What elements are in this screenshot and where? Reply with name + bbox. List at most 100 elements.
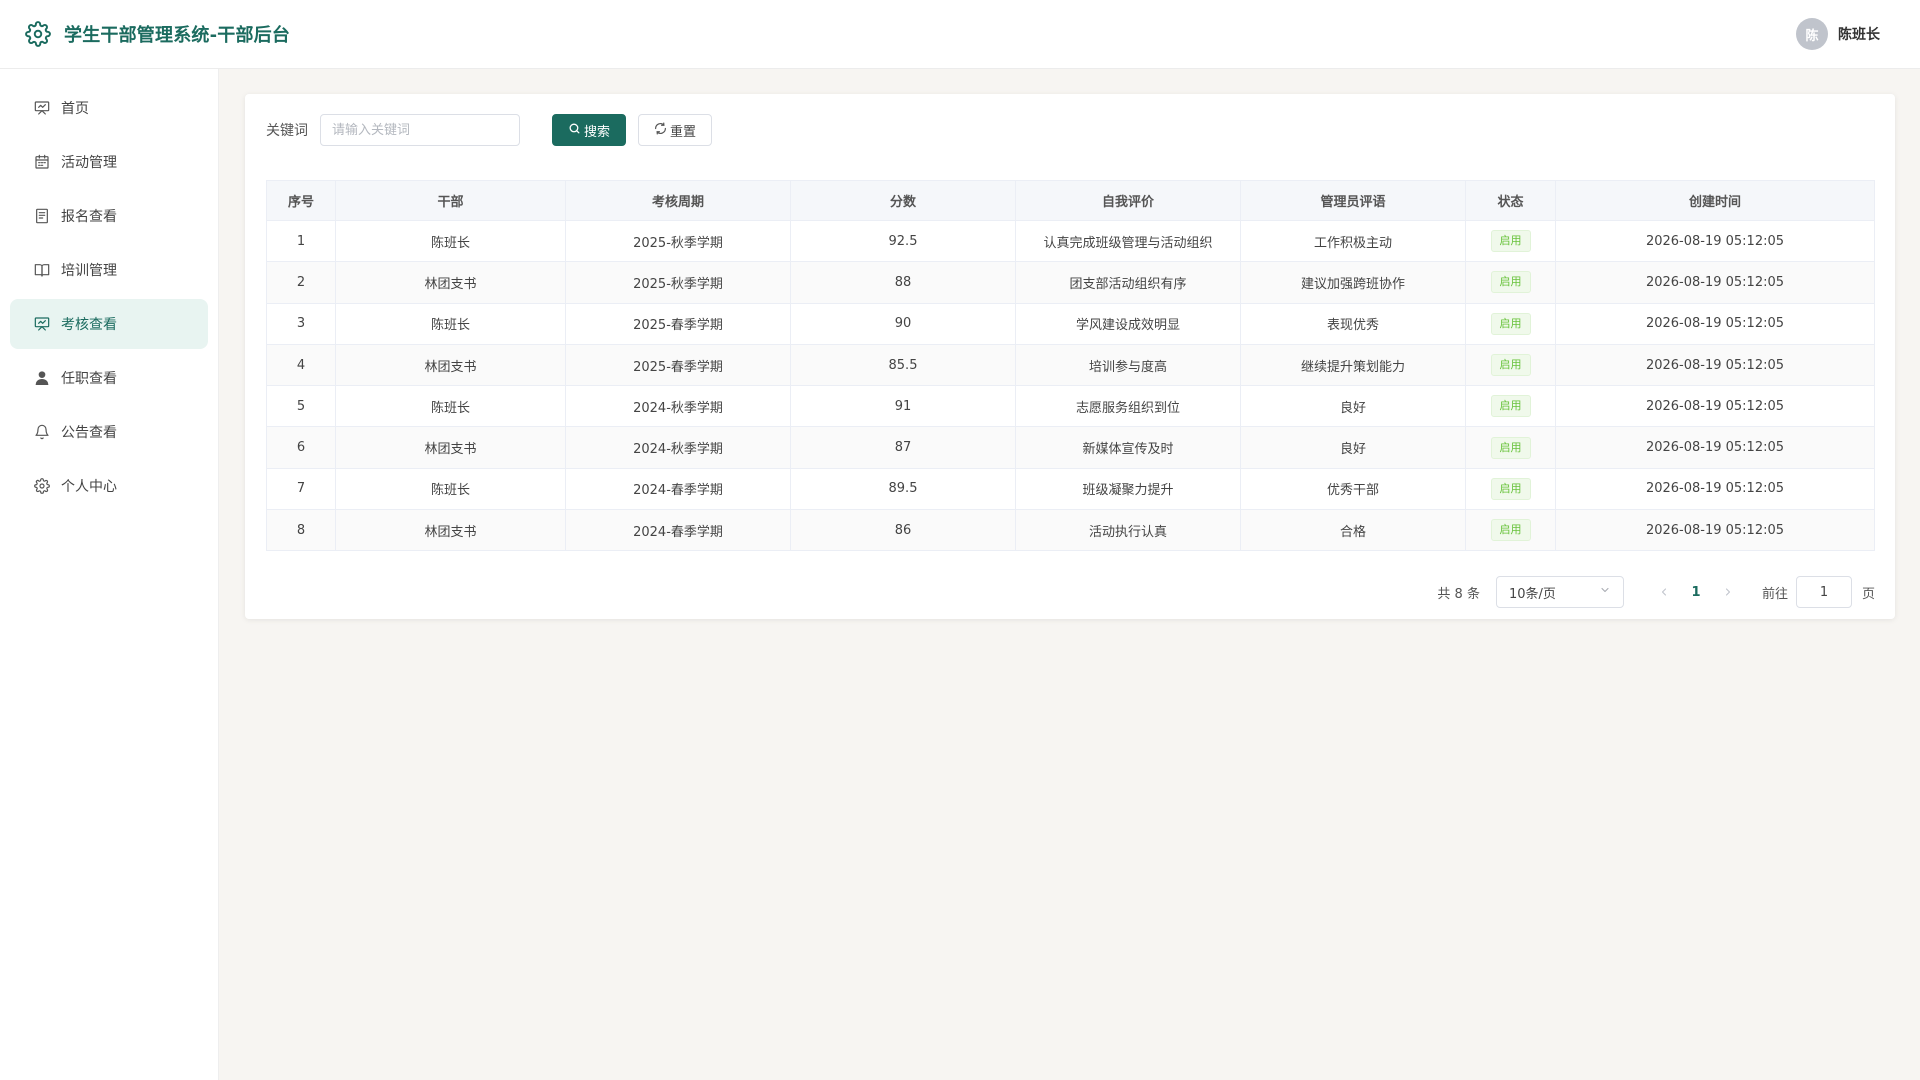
column-header[interactable]: 干部 xyxy=(335,180,566,221)
next-page-button[interactable] xyxy=(1712,586,1744,598)
cell-created-at: 2026-08-19 05:12:05 xyxy=(1555,426,1875,469)
cell-period: 2025-秋季学期 xyxy=(565,261,791,304)
sidebar-item-training[interactable]: 培训管理 xyxy=(10,245,208,295)
table-row[interactable]: 5 陈班长 2024-秋季学期 91 志愿服务组织到位 良好 启用 2026-0… xyxy=(266,385,1875,428)
search-button-label: 搜索 xyxy=(584,124,611,140)
status-badge: 启用 xyxy=(1490,230,1531,253)
cell-period: 2025-春季学期 xyxy=(565,302,791,345)
cell-admin-comment: 建议加强跨班协作 xyxy=(1240,261,1466,304)
cell-status: 启用 xyxy=(1465,219,1556,263)
sidebar-item-label: 个人中心 xyxy=(61,479,117,495)
cell-created-at: 2026-08-19 05:12:05 xyxy=(1555,509,1875,552)
pagination: 共 8 条 10条/页 1 前往 页 xyxy=(1437,576,1875,608)
user-icon xyxy=(33,369,51,387)
reset-button-label: 重置 xyxy=(670,124,697,140)
cell-self-eval: 新媒体宣传及时 xyxy=(1015,426,1241,469)
table-row[interactable]: 7 陈班长 2024-春季学期 89.5 班级凝聚力提升 优秀干部 启用 202… xyxy=(266,467,1875,511)
cell-self-eval: 团支部活动组织有序 xyxy=(1015,261,1241,304)
user-menu[interactable]: 陈 陈班长 xyxy=(1796,18,1880,50)
cell-admin-comment: 工作积极主动 xyxy=(1240,219,1466,263)
table-row[interactable]: 8 林团支书 2024-春季学期 86 活动执行认真 合格 启用 2026-08… xyxy=(266,509,1875,552)
page-unit-label: 页 xyxy=(1861,586,1875,602)
sidebar-item-label: 报名查看 xyxy=(61,209,117,225)
cell-period: 2025-秋季学期 xyxy=(565,219,791,263)
table-header-row: 序号 干部 考核周期 分数 自我评价 管理员评语 状态 创建时间 xyxy=(266,180,1875,221)
sidebar-item-assessment[interactable]: 考核查看 xyxy=(10,299,208,349)
sidebar-item-label: 公告查看 xyxy=(61,425,117,441)
brand: 学生干部管理系统-干部后台 xyxy=(24,20,290,48)
column-header[interactable]: 分数 xyxy=(790,180,1016,221)
column-header[interactable]: 状态 xyxy=(1465,180,1556,221)
sidebar-item-activities[interactable]: 活动管理 xyxy=(10,137,208,187)
cell-created-at: 2026-08-19 05:12:05 xyxy=(1555,219,1875,263)
avatar[interactable]: 陈 xyxy=(1796,18,1828,50)
cell-score: 85.5 xyxy=(790,343,1016,387)
cell-admin-comment: 良好 xyxy=(1240,385,1466,428)
page-size-select[interactable]: 10条/页 xyxy=(1495,576,1624,608)
table-row[interactable]: 1 陈班长 2025-秋季学期 92.5 认真完成班级管理与活动组织 工作积极主… xyxy=(266,219,1875,263)
cell-created-at: 2026-08-19 05:12:05 xyxy=(1555,343,1875,387)
chevron-left-icon xyxy=(1661,588,1667,596)
cell-admin-comment: 继续提升策划能力 xyxy=(1240,343,1466,387)
table-row[interactable]: 6 林团支书 2024-秋季学期 87 新媒体宣传及时 良好 启用 2026-0… xyxy=(266,426,1875,469)
sidebar-item-home[interactable]: 首页 xyxy=(10,83,208,133)
gear-icon xyxy=(24,20,52,48)
cell-admin-comment: 合格 xyxy=(1240,509,1466,552)
presentation-icon xyxy=(33,99,51,117)
cell-period: 2024-秋季学期 xyxy=(565,426,791,469)
cell-status: 启用 xyxy=(1465,426,1556,469)
cell-index: 4 xyxy=(266,343,336,387)
cell-index: 5 xyxy=(266,385,336,428)
sidebar: 首页 活动管理 报名查看 培训管理 考核查看 任职查看 公告查看 个人中心 xyxy=(0,69,219,1080)
cell-index: 7 xyxy=(266,467,336,511)
cell-period: 2024-春季学期 xyxy=(565,509,791,552)
sidebar-item-appointments[interactable]: 任职查看 xyxy=(10,353,208,403)
search-button[interactable]: 搜索 xyxy=(552,114,627,146)
refresh-icon xyxy=(654,121,667,139)
table-row[interactable]: 4 林团支书 2025-春季学期 85.5 培训参与度高 继续提升策划能力 启用… xyxy=(266,343,1875,387)
table-row[interactable]: 2 林团支书 2025-秋季学期 88 团支部活动组织有序 建议加强跨班协作 启… xyxy=(266,261,1875,304)
sidebar-item-label: 活动管理 xyxy=(61,155,117,171)
status-badge: 启用 xyxy=(1490,477,1531,500)
status-badge: 启用 xyxy=(1490,519,1531,542)
keyword-label: 关键词 xyxy=(266,123,308,139)
page-number-current[interactable]: 1 xyxy=(1680,585,1712,600)
goto-page-input[interactable] xyxy=(1795,576,1852,608)
cell-cadre: 陈班长 xyxy=(335,385,566,428)
cell-status: 启用 xyxy=(1465,261,1556,304)
prev-page-button[interactable] xyxy=(1648,586,1680,598)
cell-self-eval: 认真完成班级管理与活动组织 xyxy=(1015,219,1241,263)
cell-created-at: 2026-08-19 05:12:05 xyxy=(1555,385,1875,428)
cell-self-eval: 学风建设成效明显 xyxy=(1015,302,1241,345)
column-header[interactable]: 管理员评语 xyxy=(1240,180,1466,221)
cell-score: 92.5 xyxy=(790,219,1016,263)
cell-status: 启用 xyxy=(1465,302,1556,345)
presentation-icon xyxy=(33,315,51,333)
top-header: 学生干部管理系统-干部后台 陈 陈班长 xyxy=(0,0,1920,69)
keyword-input[interactable] xyxy=(320,114,520,146)
sidebar-item-registrations[interactable]: 报名查看 xyxy=(10,191,208,241)
cell-cadre: 陈班长 xyxy=(335,467,566,511)
cell-status: 启用 xyxy=(1465,467,1556,511)
calendar-icon xyxy=(33,153,51,171)
user-name[interactable]: 陈班长 xyxy=(1838,24,1880,44)
sidebar-item-notices[interactable]: 公告查看 xyxy=(10,407,208,457)
assessment-table-wrapper: 序号 干部 考核周期 分数 自我评价 管理员评语 状态 创建时间 1 陈班长 2… xyxy=(266,180,1875,552)
cell-cadre: 林团支书 xyxy=(335,343,566,387)
column-header[interactable]: 自我评价 xyxy=(1015,180,1241,221)
assessment-table: 序号 干部 考核周期 分数 自我评价 管理员评语 状态 创建时间 1 陈班长 2… xyxy=(266,180,1875,552)
cell-period: 2024-秋季学期 xyxy=(565,385,791,428)
sidebar-item-profile[interactable]: 个人中心 xyxy=(10,461,208,511)
cell-cadre: 陈班长 xyxy=(335,302,566,345)
cell-score: 91 xyxy=(790,385,1016,428)
cell-period: 2025-春季学期 xyxy=(565,343,791,387)
sidebar-item-label: 考核查看 xyxy=(61,317,117,333)
column-header[interactable]: 创建时间 xyxy=(1555,180,1875,221)
reset-button[interactable]: 重置 xyxy=(638,114,713,146)
table-row[interactable]: 3 陈班长 2025-春季学期 90 学风建设成效明显 表现优秀 启用 2026… xyxy=(266,302,1875,345)
cell-self-eval: 志愿服务组织到位 xyxy=(1015,385,1241,428)
column-header[interactable]: 序号 xyxy=(266,180,336,221)
cell-self-eval: 活动执行认真 xyxy=(1015,509,1241,552)
column-header[interactable]: 考核周期 xyxy=(565,180,791,221)
chevron-down-icon xyxy=(1599,584,1611,600)
